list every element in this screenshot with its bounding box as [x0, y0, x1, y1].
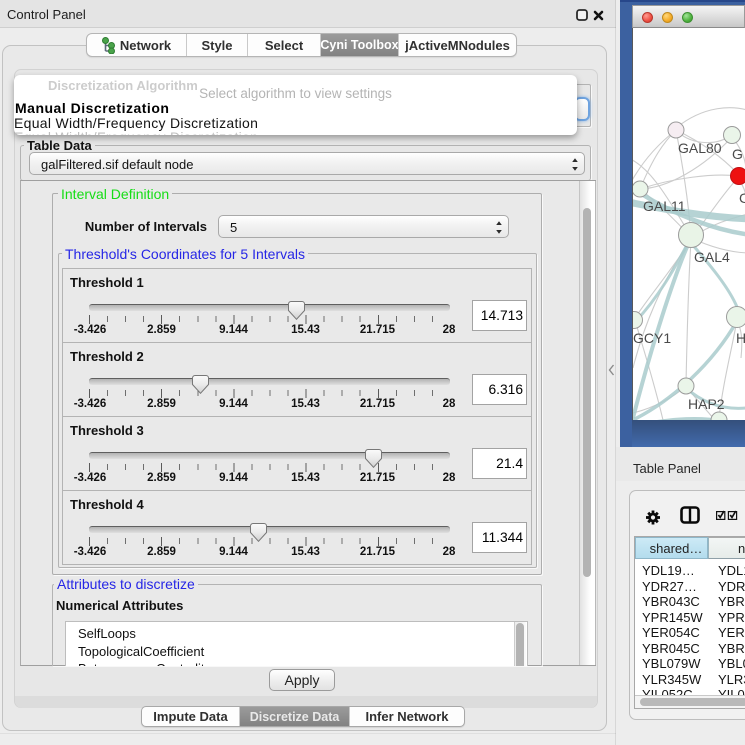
svg-text:GCY1: GCY1 — [633, 330, 671, 346]
svg-text:GAL80: GAL80 — [678, 140, 722, 156]
svg-text:G: G — [732, 146, 743, 162]
svg-text:C: C — [739, 190, 745, 206]
svg-text:H: H — [736, 330, 745, 346]
svg-text:GAL4: GAL4 — [694, 249, 730, 265]
svg-text:GAL11: GAL11 — [643, 198, 686, 214]
svg-text:HAP2: HAP2 — [688, 396, 725, 412]
